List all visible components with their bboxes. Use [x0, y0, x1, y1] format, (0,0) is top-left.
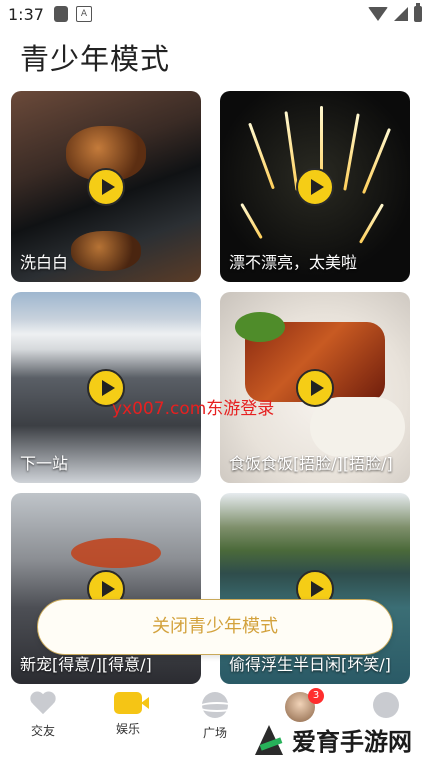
video-card[interactable]: 食饭食饭[捂脸/][捂脸/]	[220, 292, 410, 483]
profile-icon	[373, 692, 399, 718]
thumbnail-image	[310, 397, 405, 457]
heart-icon	[30, 692, 56, 716]
video-caption: 食饭食饭[捂脸/][捂脸/]	[229, 454, 393, 473]
thumbnail-image	[71, 231, 141, 271]
status-left-icons: A	[54, 6, 92, 22]
firework-spark	[248, 122, 275, 190]
video-card[interactable]: 偷得浮生半日闲[坏笑/]	[220, 493, 410, 684]
nav-label: 交友	[30, 724, 55, 738]
status-right-icons	[368, 3, 422, 22]
a-icon: A	[76, 6, 92, 22]
close-teen-mode-button[interactable]: 关闭青少年模式	[37, 599, 393, 655]
notification-icon	[54, 6, 68, 22]
battery-icon	[414, 3, 422, 22]
status-time: 1:37	[8, 5, 44, 24]
firework-spark	[361, 127, 392, 195]
signal-icon	[394, 7, 408, 21]
video-card[interactable]: 下一站	[11, 292, 201, 483]
logo-watermark: 爱育手游网	[252, 722, 412, 757]
firework-spark	[343, 113, 360, 191]
video-caption: 漂不漂亮，太美啦	[229, 253, 358, 272]
firework-spark	[240, 202, 263, 240]
thumbnail-image	[235, 312, 285, 342]
nav-item-profile[interactable]	[356, 692, 416, 718]
video-caption: 洗白白	[20, 253, 69, 272]
logo-icon	[252, 723, 286, 757]
play-icon[interactable]	[296, 368, 334, 407]
planet-icon	[198, 692, 236, 718]
firework-spark	[358, 203, 385, 244]
play-icon[interactable]	[296, 167, 334, 206]
video-camera-icon	[114, 692, 149, 714]
page-title: 青少年模式	[20, 42, 171, 76]
wifi-icon	[368, 7, 388, 21]
site-watermark: yx007.com东游登录	[112, 399, 275, 419]
nav-label: 广场	[202, 726, 227, 740]
play-icon[interactable]	[87, 167, 125, 206]
video-card[interactable]: 漂不漂亮，太美啦	[220, 91, 410, 282]
video-card[interactable]: 新宠[得意/][得意/]	[11, 493, 201, 684]
nav-item-friends[interactable]: 交友	[13, 692, 73, 739]
nav-label: 娱乐	[115, 722, 140, 736]
status-bar: 1:37 A	[0, 0, 430, 30]
video-card[interactable]: 洗白白	[11, 91, 201, 282]
thumbnail-image	[71, 538, 161, 568]
notification-badge: 3	[308, 688, 324, 704]
nav-item-square[interactable]: 广场	[185, 692, 245, 741]
logo-text: 爱育手游网	[292, 728, 412, 756]
video-caption: 下一站	[20, 454, 69, 473]
nav-item-entertainment[interactable]: 娱乐	[98, 692, 158, 737]
